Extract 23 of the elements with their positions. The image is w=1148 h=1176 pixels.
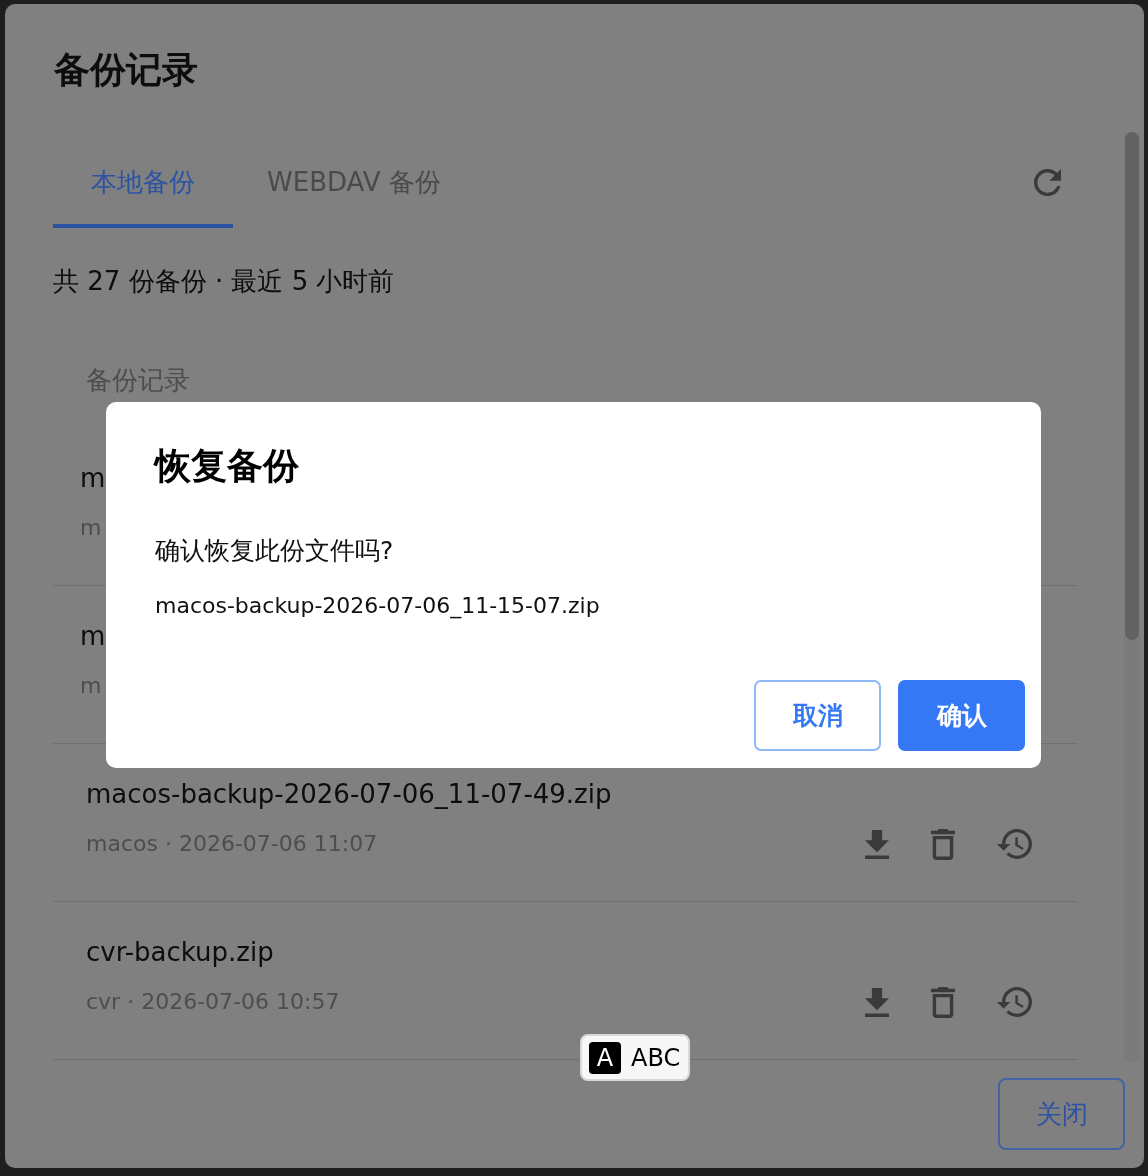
file-name: m <box>80 462 106 495</box>
restore-icon[interactable] <box>997 829 1032 859</box>
close-button[interactable]: 关闭 <box>998 1078 1125 1150</box>
file-name: macos-backup-2026-07-06_11-07-49.zip <box>86 778 612 811</box>
tab[interactable]: 本地备份 <box>53 140 233 228</box>
download-icon[interactable] <box>865 829 889 859</box>
delete-icon[interactable] <box>931 828 955 860</box>
confirm-button[interactable]: 确认 <box>898 680 1025 751</box>
confirm-filename: macos-backup-2026-07-06_11-15-07.zip <box>155 592 600 621</box>
file-name: m <box>80 620 106 653</box>
refresh-icon[interactable] <box>1034 168 1061 196</box>
backup-summary: 共 27 份备份 · 最近 5 小时前 <box>53 265 395 298</box>
confirm-title: 恢复备份 <box>155 444 299 488</box>
file-name: cvr-backup.zip <box>86 936 274 969</box>
delete-icon[interactable] <box>931 986 955 1018</box>
input-mode-label: ABC <box>631 1042 681 1074</box>
restore-icon[interactable] <box>997 987 1032 1017</box>
dialog-title: 备份记录 <box>54 48 198 92</box>
cancel-button[interactable]: 取消 <box>754 680 881 751</box>
download-icon[interactable] <box>865 987 889 1017</box>
input-mode-badge: A <box>589 1041 621 1074</box>
scrollbar-thumb[interactable] <box>1125 132 1139 640</box>
confirm-message: 确认恢复此份文件吗? <box>155 535 394 567</box>
